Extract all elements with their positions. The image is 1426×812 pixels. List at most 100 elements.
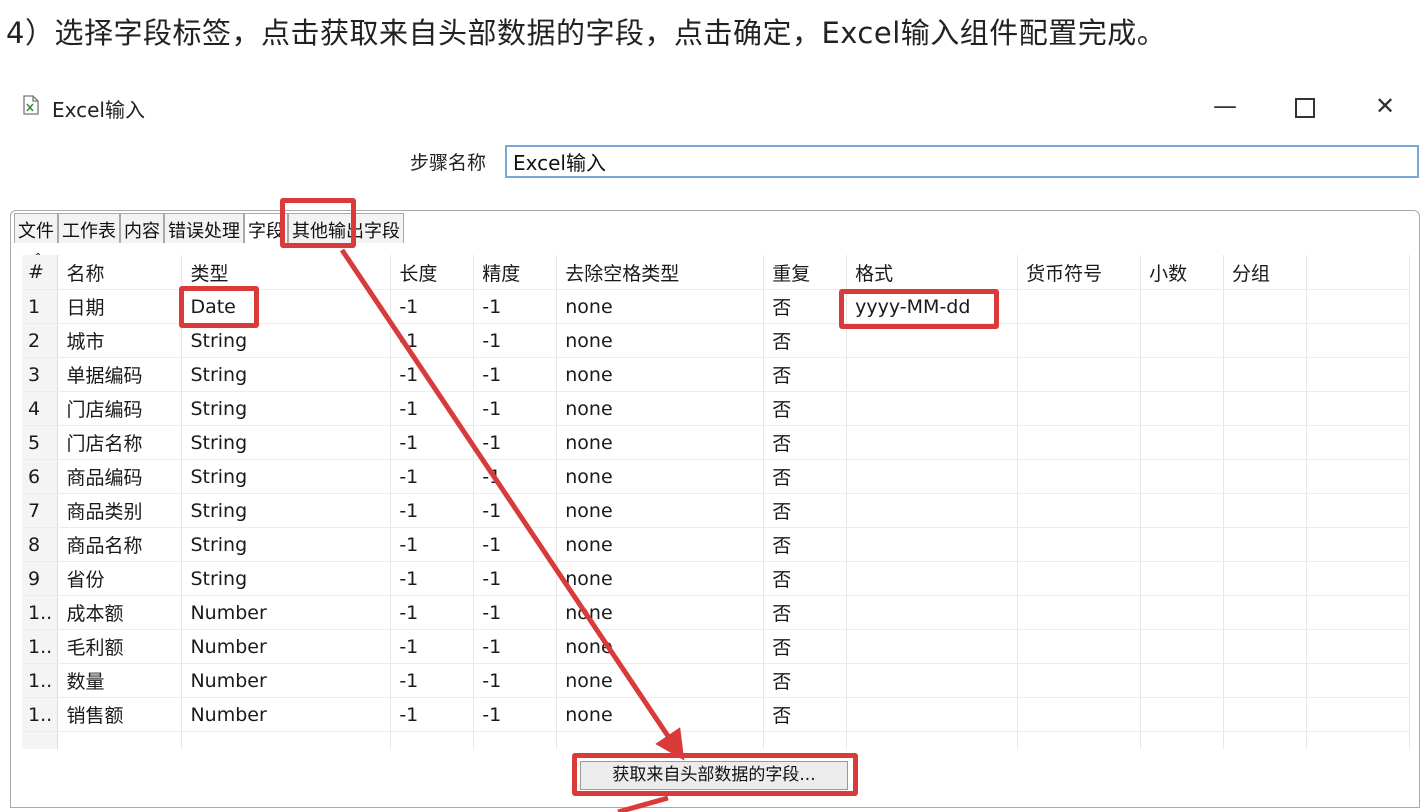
cell-trim-type[interactable]: none <box>556 663 765 698</box>
cell-currency[interactable] <box>1017 629 1142 664</box>
cell-empty[interactable] <box>1017 731 1142 749</box>
cell-decimal[interactable] <box>1140 425 1225 460</box>
cell-repeat[interactable]: 否 <box>763 425 848 460</box>
cell-length[interactable]: -1 <box>390 357 475 392</box>
cell-group[interactable] <box>1223 527 1308 562</box>
cell-empty[interactable] <box>763 731 848 749</box>
cell-repeat[interactable]: 否 <box>763 391 848 426</box>
table-row[interactable]: 8 商品名称 String -1 -1 none 否 <box>22 527 1410 562</box>
cell-trim-type[interactable]: none <box>556 425 765 460</box>
cell-format[interactable] <box>846 391 1019 426</box>
cell-empty[interactable] <box>1223 731 1308 749</box>
cell-format[interactable] <box>846 697 1019 732</box>
cell-name[interactable]: 门店名称 <box>57 425 183 460</box>
cell-format[interactable] <box>846 527 1019 562</box>
cell-type[interactable]: Date <box>181 289 392 324</box>
cell-type[interactable]: String <box>181 527 392 562</box>
tab-content[interactable]: 内容 <box>120 213 164 243</box>
cell-decimal[interactable] <box>1140 459 1225 494</box>
cell-length[interactable]: -1 <box>390 425 475 460</box>
cell-trim-type[interactable]: none <box>556 391 765 426</box>
cell-currency[interactable] <box>1017 459 1142 494</box>
cell-name[interactable]: 商品编码 <box>57 459 183 494</box>
cell-name[interactable]: 单据编码 <box>57 357 183 392</box>
cell-empty[interactable] <box>57 731 183 749</box>
cell-decimal[interactable] <box>1140 391 1225 426</box>
tab-worksheet[interactable]: 工作表 <box>58 213 120 243</box>
cell-decimal[interactable] <box>1140 323 1225 358</box>
cell-group[interactable] <box>1223 323 1308 358</box>
cell-repeat[interactable]: 否 <box>763 493 848 528</box>
cell-group[interactable] <box>1223 391 1308 426</box>
cell-type[interactable]: String <box>181 493 392 528</box>
cell-length[interactable]: -1 <box>390 561 475 596</box>
cell-empty[interactable] <box>846 731 1019 749</box>
cell-type[interactable]: Number <box>181 595 392 630</box>
cell-type[interactable]: Number <box>181 629 392 664</box>
cell-decimal[interactable] <box>1140 289 1225 324</box>
cell-currency[interactable] <box>1017 357 1142 392</box>
tab-fields[interactable]: 字段 <box>244 213 288 243</box>
cell-precision[interactable]: -1 <box>473 527 558 562</box>
cell-length[interactable]: -1 <box>390 459 475 494</box>
cell-group[interactable] <box>1223 459 1308 494</box>
column-header-currency[interactable]: 货币符号 <box>1017 255 1142 290</box>
cell-empty[interactable] <box>1306 731 1410 749</box>
cell-trim-type[interactable]: none <box>556 357 765 392</box>
cell-currency[interactable] <box>1017 663 1142 698</box>
close-button[interactable]: ✕ <box>1360 86 1410 126</box>
table-row[interactable]: 1.. 销售额 Number -1 -1 none 否 <box>22 697 1410 732</box>
cell-name[interactable]: 门店编码 <box>57 391 183 426</box>
cell-length[interactable]: -1 <box>390 289 475 324</box>
cell-name[interactable]: 销售额 <box>57 697 183 732</box>
cell-type[interactable]: String <box>181 391 392 426</box>
cell-decimal[interactable] <box>1140 663 1225 698</box>
cell-decimal[interactable] <box>1140 697 1225 732</box>
tab-other-output-fields[interactable]: 其他输出字段 <box>288 213 404 243</box>
column-header-group[interactable]: 分组 <box>1223 255 1308 290</box>
cell-format[interactable] <box>846 663 1019 698</box>
empty-row[interactable] <box>22 731 1410 749</box>
cell-format[interactable] <box>846 493 1019 528</box>
cell-length[interactable]: -1 <box>390 323 475 358</box>
cell-type[interactable]: String <box>181 459 392 494</box>
minimize-button[interactable]: — <box>1200 86 1250 126</box>
cell-currency[interactable] <box>1017 323 1142 358</box>
cell-format[interactable] <box>846 595 1019 630</box>
cell-repeat[interactable]: 否 <box>763 697 848 732</box>
cell-empty[interactable] <box>390 731 475 749</box>
cell-name[interactable]: 城市 <box>57 323 183 358</box>
table-row[interactable]: 1.. 毛利额 Number -1 -1 none 否 <box>22 629 1410 664</box>
tab-error-handling[interactable]: 错误处理 <box>164 213 244 243</box>
cell-name[interactable]: 成本额 <box>57 595 183 630</box>
cell-group[interactable] <box>1223 289 1308 324</box>
cell-decimal[interactable] <box>1140 493 1225 528</box>
cell-trim-type[interactable]: none <box>556 595 765 630</box>
cell-group[interactable] <box>1223 561 1308 596</box>
column-header-name[interactable]: 名称 <box>57 255 183 290</box>
cell-length[interactable]: -1 <box>390 629 475 664</box>
tab-file[interactable]: 文件 <box>14 213 58 243</box>
cell-type[interactable]: String <box>181 561 392 596</box>
cell-precision[interactable]: -1 <box>473 663 558 698</box>
cell-decimal[interactable] <box>1140 527 1225 562</box>
cell-group[interactable] <box>1223 425 1308 460</box>
cell-group[interactable] <box>1223 493 1308 528</box>
cell-name[interactable]: 商品类别 <box>57 493 183 528</box>
cell-length[interactable]: -1 <box>390 391 475 426</box>
cell-repeat[interactable]: 否 <box>763 289 848 324</box>
cell-format[interactable] <box>846 323 1019 358</box>
column-header-length[interactable]: 长度 <box>390 255 475 290</box>
cell-group[interactable] <box>1223 697 1308 732</box>
cell-currency[interactable] <box>1017 391 1142 426</box>
cell-precision[interactable]: -1 <box>473 357 558 392</box>
cell-repeat[interactable]: 否 <box>763 357 848 392</box>
cell-decimal[interactable] <box>1140 357 1225 392</box>
cell-precision[interactable]: -1 <box>473 493 558 528</box>
cell-precision[interactable]: -1 <box>473 697 558 732</box>
cell-format[interactable] <box>846 561 1019 596</box>
table-row[interactable]: 5 门店名称 String -1 -1 none 否 <box>22 425 1410 460</box>
cell-trim-type[interactable]: none <box>556 561 765 596</box>
cell-precision[interactable]: -1 <box>473 561 558 596</box>
cell-group[interactable] <box>1223 663 1308 698</box>
